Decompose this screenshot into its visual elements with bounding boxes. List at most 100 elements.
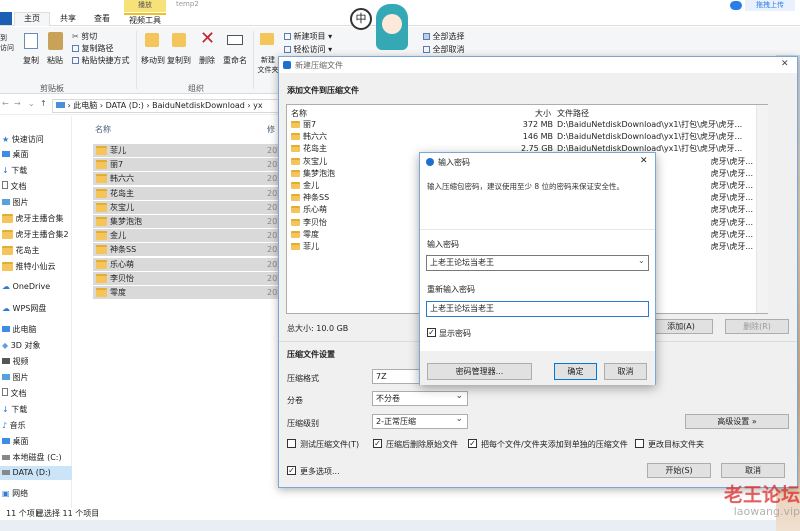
paste-shortcut-button[interactable]: 粘贴快捷方式: [72, 55, 130, 66]
file-tab[interactable]: [0, 12, 12, 25]
breadcrumb-item[interactable]: yx: [253, 101, 262, 110]
column-header-date[interactable]: 修: [267, 124, 275, 135]
nav-videos[interactable]: 视频: [2, 356, 29, 367]
tab-home[interactable]: 主页: [14, 12, 50, 26]
nav-huya1[interactable]: 虎牙主播合集: [2, 213, 64, 224]
tab-video-tools[interactable]: 视频工具: [124, 13, 166, 26]
up-arrow-icon[interactable]: ↑: [40, 99, 47, 108]
cut-button[interactable]: ✂ 剪切: [72, 31, 97, 42]
password-cancel-button[interactable]: 取消: [604, 363, 647, 380]
nav-quick-access[interactable]: ★ 快速访问: [2, 134, 44, 145]
password-close-icon[interactable]: ✕: [640, 156, 648, 166]
select-none-button[interactable]: 全部取消: [423, 44, 465, 55]
nav-3d[interactable]: ◆ 3D 对象: [2, 340, 41, 351]
archive-row[interactable]: 韩六六 146 MB D:\BaiduNetdiskDownload\yx1\打包\…: [289, 131, 755, 143]
nav-drive-c[interactable]: 本地磁盘 (C:): [2, 452, 62, 463]
cancel-button[interactable]: 取消: [721, 463, 785, 478]
change-target-checkbox[interactable]: [635, 439, 644, 448]
nav-huadaozhu[interactable]: 花岛主: [2, 245, 40, 256]
nav-downloads[interactable]: ↓ 下载: [2, 165, 27, 176]
password-dropdown-icon[interactable]: ⌄: [638, 256, 645, 265]
more-options-checkbox[interactable]: ✓: [287, 466, 296, 475]
compress-close-icon[interactable]: ✕: [781, 59, 789, 69]
app-icon: [283, 61, 291, 69]
new-folder-button[interactable]: 新建 文件夹: [256, 55, 280, 75]
password-field[interactable]: 上老王论坛当老王: [426, 255, 649, 271]
recent-dropdown-icon[interactable]: ⌄: [28, 99, 35, 108]
nav-this-pc[interactable]: 此电脑: [2, 324, 37, 335]
nav-desktop[interactable]: 桌面: [2, 149, 29, 160]
rename-button[interactable]: 重命名: [220, 55, 250, 66]
file-row[interactable]: 丽7 202: [93, 158, 282, 172]
remove-button[interactable]: 删除(R): [725, 319, 789, 334]
new-item-button[interactable]: 新建项目 ▾: [284, 31, 332, 42]
file-row[interactable]: 花岛主 202: [93, 186, 282, 200]
table-header-path[interactable]: 文件路径: [557, 108, 589, 119]
file-row[interactable]: 集梦泡泡 202: [93, 215, 282, 228]
file-row[interactable]: 乐心萌 202: [93, 257, 282, 271]
select-all-button[interactable]: 全部选择: [423, 31, 465, 42]
back-arrow-icon[interactable]: ←: [2, 99, 9, 108]
archive-row-name: 集梦泡泡: [303, 168, 335, 178]
nav-documents2[interactable]: 文档: [2, 388, 27, 399]
nav-music[interactable]: ♪ 音乐: [2, 420, 26, 431]
baidu-upload-button[interactable]: 拖拽上传: [745, 0, 795, 11]
add-button[interactable]: 添加(A): [649, 319, 713, 334]
nav-desktop2[interactable]: 桌面: [2, 436, 29, 447]
nav-tuite[interactable]: 推特小仙云: [2, 261, 56, 272]
breadcrumb-item[interactable]: 此电脑: [73, 101, 97, 110]
archive-row[interactable]: 丽7 372 MB D:\BaiduNetdiskDownload\yx1\打包\虎…: [289, 119, 755, 131]
file-row[interactable]: 李贝怡 202: [93, 271, 282, 285]
pin-button[interactable]: 到 访问: [0, 33, 16, 53]
show-password-label[interactable]: 显示密码: [439, 328, 471, 339]
delete-button[interactable]: 删除: [196, 55, 218, 66]
table-header-size[interactable]: 大小: [535, 108, 551, 119]
file-row[interactable]: 神条SS 202: [93, 243, 282, 257]
cloud-icon: ☁: [2, 304, 10, 313]
nav-pictures2[interactable]: 图片: [2, 372, 29, 383]
context-tab-play[interactable]: 播放: [124, 0, 166, 12]
file-row[interactable]: 金儿 202: [93, 229, 282, 243]
forward-arrow-icon[interactable]: →: [14, 99, 21, 108]
password-manager-button[interactable]: 密码管理器...: [427, 363, 532, 380]
file-row[interactable]: 菲儿 202: [93, 144, 282, 157]
table-scrollbar[interactable]: [756, 105, 768, 313]
file-row[interactable]: 韩六六 202: [93, 172, 282, 186]
level-select[interactable]: 2-正常压缩: [372, 413, 468, 429]
copy-path-button[interactable]: 复制路径: [72, 43, 114, 54]
advanced-button[interactable]: 高级设置 »: [685, 414, 789, 429]
table-header-name[interactable]: 名称: [291, 108, 307, 119]
nav-pictures[interactable]: 图片: [2, 197, 29, 208]
paste-button[interactable]: 粘贴: [44, 55, 66, 66]
column-header-name[interactable]: 名称: [95, 124, 111, 135]
copy-button[interactable]: 复制: [20, 55, 42, 66]
file-row[interactable]: 零度 202: [93, 286, 282, 299]
test-checkbox[interactable]: [287, 439, 296, 448]
anime-sticker: 中: [346, 2, 416, 54]
tab-share[interactable]: 共享: [54, 13, 82, 24]
confirm-password-field[interactable]: 上老王论坛当老王: [426, 301, 649, 317]
tab-view[interactable]: 查看: [88, 13, 116, 24]
nav-downloads2[interactable]: ↓ 下载: [2, 404, 27, 415]
easy-access-button[interactable]: 轻松访问 ▾: [284, 44, 332, 55]
more-options-label[interactable]: 更多选项...: [300, 466, 340, 477]
show-password-checkbox[interactable]: ✓: [427, 328, 436, 337]
nav-drive-d[interactable]: DATA (D:): [0, 466, 72, 480]
breadcrumb-item[interactable]: BaiduNetdiskDownload: [152, 101, 245, 110]
delete-source-checkbox[interactable]: ✓: [373, 439, 382, 448]
separate-archive-checkbox[interactable]: ✓: [468, 439, 477, 448]
nav-network[interactable]: ▣ 网络: [2, 488, 28, 499]
ok-button[interactable]: 确定: [554, 363, 597, 380]
split-select[interactable]: 不分卷: [372, 390, 468, 406]
nav-huya2[interactable]: 虎牙主播合集2: [2, 229, 69, 240]
move-to-button[interactable]: 移动到: [140, 55, 166, 66]
start-button[interactable]: 开始(S): [647, 463, 711, 478]
nav-onedrive[interactable]: ☁ OneDrive: [2, 282, 50, 291]
breadcrumb-item[interactable]: DATA (D:): [106, 101, 144, 110]
folder-icon: [291, 121, 300, 128]
breadcrumb[interactable]: › 此电脑 › DATA (D:) › BaiduNetdiskDownload…: [52, 99, 280, 113]
nav-wps[interactable]: ☁ WPS网盘: [2, 303, 46, 314]
nav-documents[interactable]: 文档: [2, 181, 27, 192]
file-row[interactable]: 灰宝儿 202: [93, 200, 282, 214]
copy-to-button[interactable]: 复制到: [166, 55, 192, 66]
